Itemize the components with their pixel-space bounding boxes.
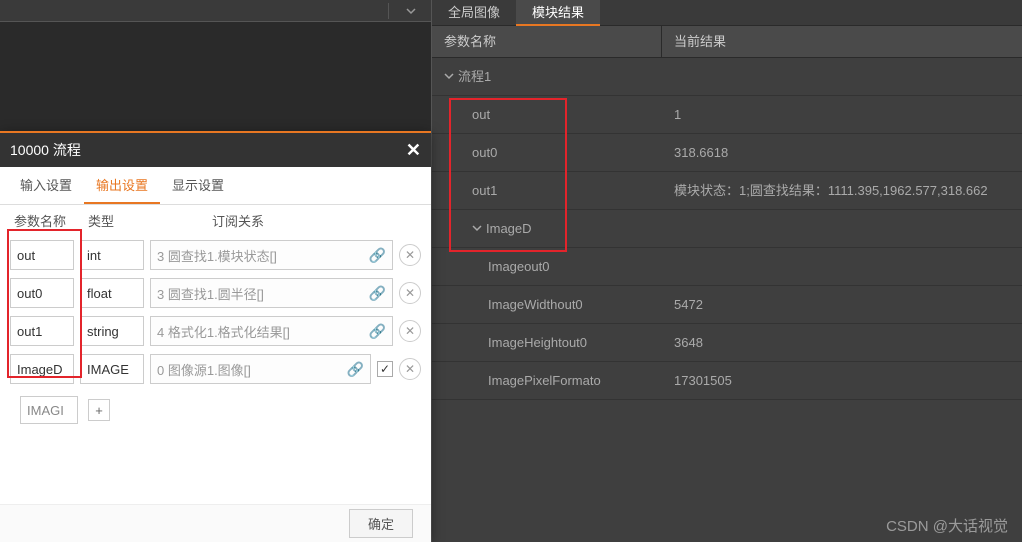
delete-icon[interactable]: ✕ — [399, 320, 421, 342]
tab-global-image[interactable]: 全局图像 — [432, 0, 516, 26]
row-name: ImageWidthout0 — [432, 286, 662, 323]
param-type-input[interactable] — [80, 278, 144, 308]
dialog-tabs: 输入设置 输出设置 显示设置 — [0, 167, 431, 205]
row-name: out — [432, 96, 662, 133]
row-name: ImageHeightout0 — [432, 324, 662, 361]
add-button[interactable]: + — [88, 399, 110, 421]
tab-display-settings[interactable]: 显示设置 — [160, 167, 236, 204]
param-row: 3 圆查找1.圆半径[] 🔗 ✕ — [0, 274, 431, 312]
toolbar-divider — [388, 3, 389, 19]
tab-input-settings[interactable]: 输入设置 — [8, 167, 84, 204]
row-name: Imageout0 — [432, 248, 662, 285]
param-name-input[interactable] — [10, 316, 74, 346]
header-current-result: 当前结果 — [662, 26, 1022, 57]
delete-icon[interactable]: ✕ — [399, 282, 421, 304]
header-param-name: 参数名称 — [432, 26, 662, 57]
confirm-button[interactable]: 确定 — [349, 509, 413, 538]
param-row: 4 格式化1.格式化结果[] 🔗 ✕ — [0, 312, 431, 350]
subscription-text: 3 圆查找1.圆半径[] — [157, 284, 264, 303]
tab-output-settings[interactable]: 输出设置 — [84, 167, 160, 204]
process-dialog: 10000 流程 ✕ 输入设置 输出设置 显示设置 参数名称 类型 订阅关系 3… — [0, 131, 431, 542]
param-type-input[interactable] — [80, 354, 144, 384]
link-icon[interactable]: 🔗 — [369, 323, 386, 340]
tab-module-result[interactable]: 模块结果 — [516, 0, 600, 26]
row-value — [662, 248, 1022, 285]
subscription-text: 4 格式化1.格式化结果[] — [157, 322, 290, 341]
result-row-out1[interactable]: out1 模块状态：1;圆查找结果：1111.395,1962.577,318.… — [432, 172, 1022, 210]
header-type: 类型 — [82, 211, 164, 230]
result-header: 参数名称 当前结果 — [432, 26, 1022, 58]
new-param-input[interactable] — [20, 396, 78, 424]
subscription-field[interactable]: 3 圆查找1.圆半径[] 🔗 — [150, 278, 393, 308]
param-row: 0 图像源1.图像[] 🔗 ✓ ✕ — [0, 350, 431, 388]
subscription-text: 3 圆查找1.模块状态[] — [157, 246, 277, 265]
row-name: ImageD — [486, 210, 532, 248]
header-subscription: 订阅关系 — [164, 211, 431, 230]
row-value: 5472 — [662, 286, 1022, 323]
result-row-out0[interactable]: out0 318.6618 — [432, 134, 1022, 172]
param-row: 3 圆查找1.模块状态[] 🔗 ✕ — [0, 236, 431, 274]
result-row-out[interactable]: out 1 — [432, 96, 1022, 134]
row-value: 318.6618 — [662, 134, 1022, 171]
left-toolbar — [0, 0, 431, 22]
delete-icon[interactable]: ✕ — [399, 358, 421, 380]
param-type-input[interactable] — [80, 316, 144, 346]
chevron-down-icon — [472, 210, 482, 248]
flow-label: 流程1 — [458, 58, 491, 96]
row-value: 17301505 — [662, 362, 1022, 399]
result-row-imageout0[interactable]: Imageout0 — [432, 248, 1022, 286]
link-icon[interactable]: 🔗 — [347, 361, 364, 378]
row-name: out0 — [432, 134, 662, 171]
row-name: out1 — [432, 172, 662, 209]
param-name-input[interactable] — [10, 278, 74, 308]
param-type-input[interactable] — [80, 240, 144, 270]
row-name: ImagePixelFormato — [432, 362, 662, 399]
right-panel: 全局图像 模块结果 参数名称 当前结果 流程1 out 1 out0 318.6… — [431, 0, 1022, 542]
chevron-down-icon[interactable] — [405, 5, 417, 20]
link-icon[interactable]: 🔗 — [369, 247, 386, 264]
chevron-down-icon — [444, 58, 454, 96]
row-value: 模块状态：1;圆查找结果：1111.395,1962.577,318.662 — [662, 172, 1022, 209]
row-value: 3648 — [662, 324, 1022, 361]
result-row-imagep[interactable]: ImagePixelFormato 17301505 — [432, 362, 1022, 400]
dialog-footer: 确定 — [0, 504, 431, 542]
link-icon[interactable]: 🔗 — [369, 285, 386, 302]
result-row-flow[interactable]: 流程1 — [432, 58, 1022, 96]
result-row-imagew[interactable]: ImageWidthout0 5472 — [432, 286, 1022, 324]
close-icon[interactable]: ✕ — [406, 140, 421, 161]
subscription-field[interactable]: 3 圆查找1.模块状态[] 🔗 — [150, 240, 393, 270]
param-name-input[interactable] — [10, 354, 74, 384]
subscription-text: 0 图像源1.图像[] — [157, 360, 251, 379]
new-param-row: + — [0, 388, 431, 428]
watermark: CSDN @大话视觉 — [886, 515, 1008, 536]
param-name-input[interactable] — [10, 240, 74, 270]
subscription-field[interactable]: 0 图像源1.图像[] 🔗 — [150, 354, 371, 384]
dialog-column-headers: 参数名称 类型 订阅关系 — [0, 205, 431, 236]
result-row-imaged[interactable]: ImageD — [432, 210, 1022, 248]
dialog-title-text: 10000 流程 — [10, 140, 81, 160]
dialog-titlebar: 10000 流程 ✕ — [0, 133, 431, 167]
result-body: 流程1 out 1 out0 318.6618 out1 模块状态：1;圆查找结… — [432, 58, 1022, 400]
result-row-imageh[interactable]: ImageHeightout0 3648 — [432, 324, 1022, 362]
right-tabs: 全局图像 模块结果 — [432, 0, 1022, 26]
checkbox-icon[interactable]: ✓ — [377, 361, 393, 377]
subscription-field[interactable]: 4 格式化1.格式化结果[] 🔗 — [150, 316, 393, 346]
header-param-name: 参数名称 — [0, 211, 82, 230]
row-value: 1 — [662, 96, 1022, 133]
delete-icon[interactable]: ✕ — [399, 244, 421, 266]
